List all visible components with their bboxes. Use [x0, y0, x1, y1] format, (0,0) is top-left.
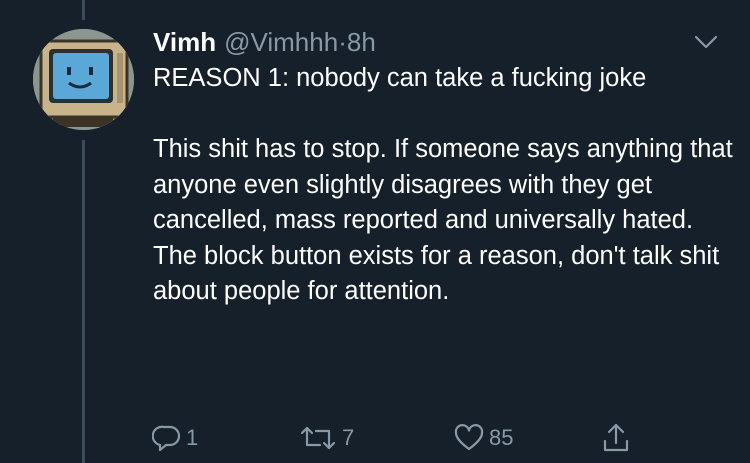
tweet-text-blank-line [153, 97, 733, 133]
chevron-down-icon[interactable] [694, 34, 718, 50]
tweet-text-line: REASON 1: nobody can take a fucking joke [153, 64, 647, 92]
heart-icon [454, 424, 484, 451]
tweet-text-line: This shit has to stop. If someone says a… [153, 135, 733, 305]
retweet-icon [300, 426, 336, 450]
share-button[interactable] [601, 420, 631, 456]
reply-button[interactable]: 1 [152, 420, 198, 456]
tweet-timestamp[interactable]: 8h [347, 27, 376, 57]
tweet-header: Vimh @Vimhhh·8h [153, 27, 376, 57]
avatar[interactable] [33, 29, 134, 130]
tweet-text: REASON 1: nobody can take a fucking joke… [153, 61, 733, 310]
retweet-button[interactable]: 7 [298, 420, 354, 456]
smiling-computer-monitor-icon [33, 29, 134, 130]
tweet-actions-bar: 1 7 85 [0, 420, 750, 460]
like-button[interactable]: 85 [453, 420, 513, 456]
reply-count: 1 [186, 425, 199, 450]
separator-dot: · [338, 27, 347, 57]
display-name[interactable]: Vimh [153, 27, 216, 57]
reply-icon [152, 425, 181, 452]
user-handle[interactable]: @Vimhhh [224, 27, 338, 57]
retweet-count: 7 [342, 425, 355, 450]
share-icon [603, 423, 629, 452]
thread-line-bottom [82, 140, 85, 463]
like-count: 85 [489, 425, 514, 450]
thread-line-top [82, 0, 85, 20]
